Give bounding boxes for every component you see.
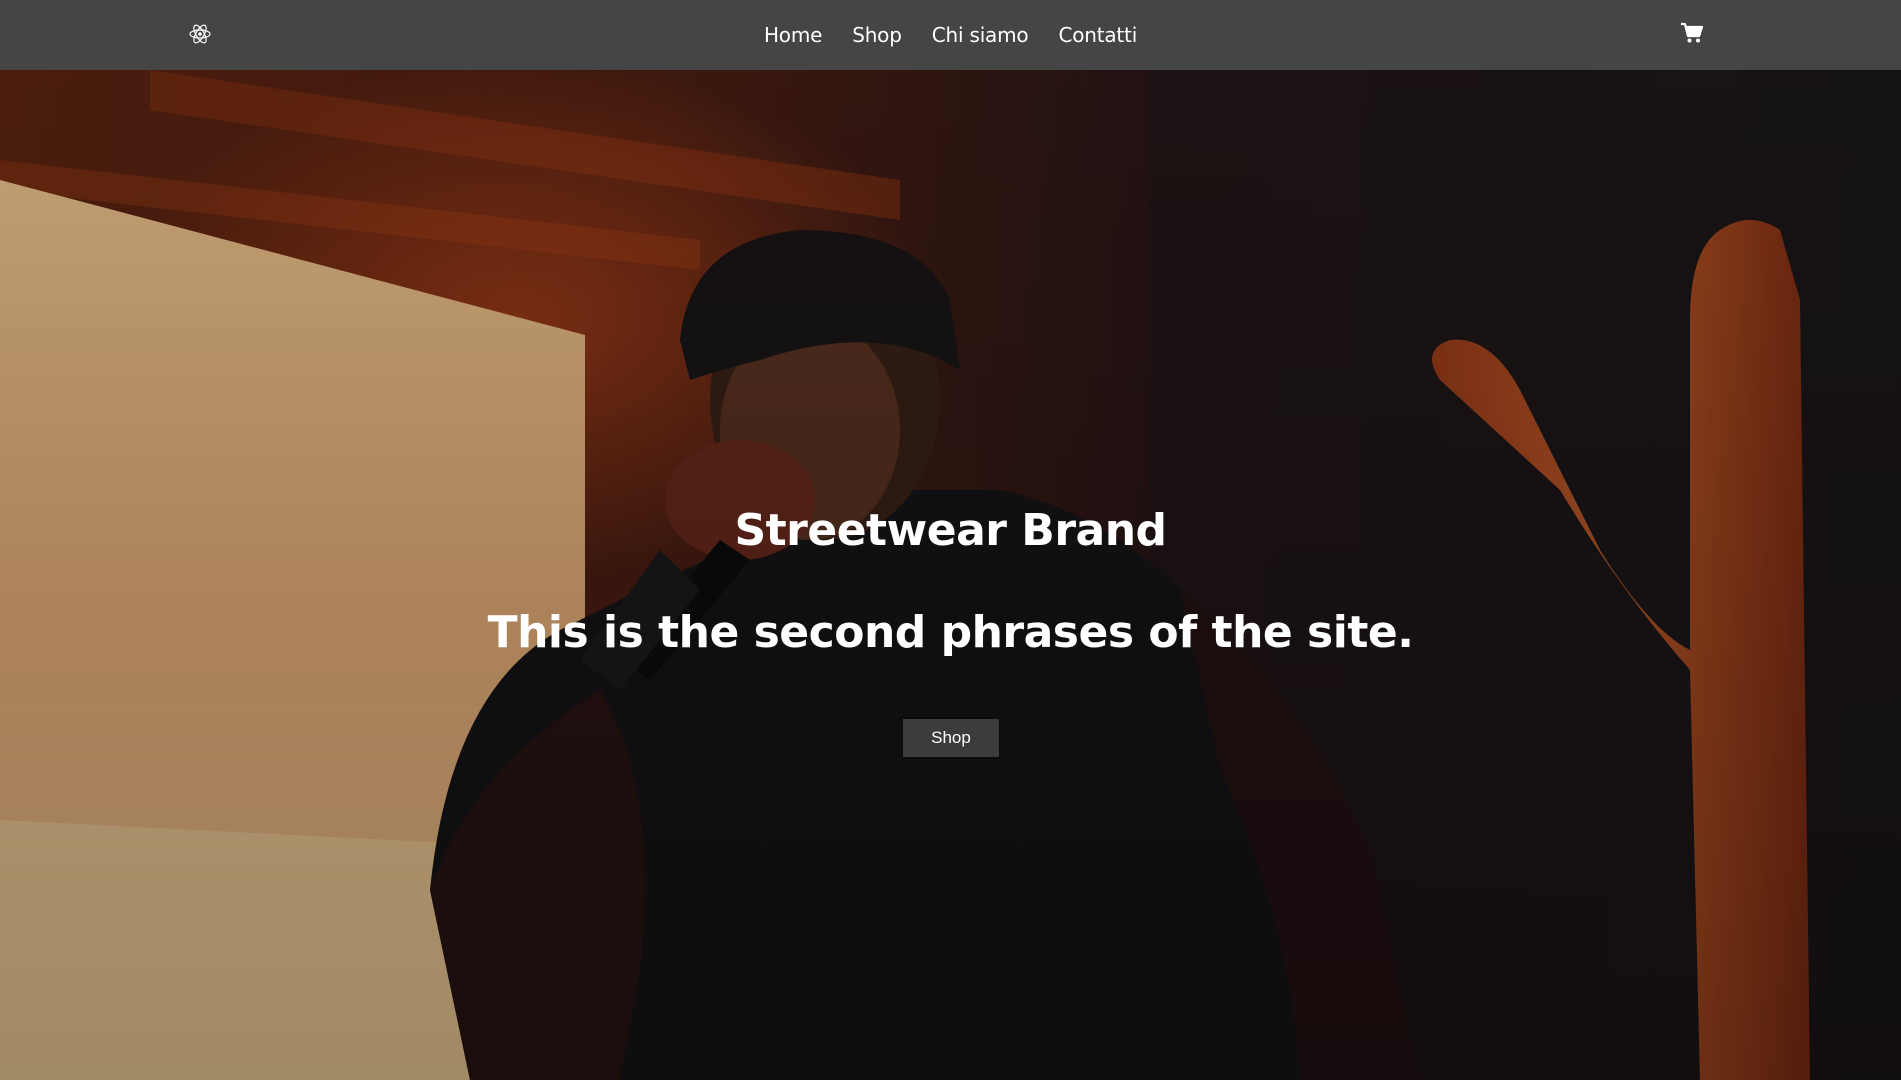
react-logo-icon[interactable] bbox=[188, 22, 212, 46]
navbar: Home Shop Chi siamo Contatti bbox=[0, 0, 1901, 70]
nav-links: Home Shop Chi siamo Contatti bbox=[0, 0, 1901, 70]
hero-subtitle: This is the second phrases of the site. bbox=[487, 607, 1414, 658]
nav-link-chi-siamo[interactable]: Chi siamo bbox=[932, 23, 1029, 47]
hero-section: Streetwear Brand This is the second phra… bbox=[0, 70, 1901, 1080]
nav-link-shop[interactable]: Shop bbox=[852, 23, 902, 47]
shop-button[interactable]: Shop bbox=[901, 717, 1001, 759]
hero-title: Streetwear Brand bbox=[734, 505, 1167, 556]
nav-link-contatti[interactable]: Contatti bbox=[1058, 23, 1137, 47]
shopping-cart-icon[interactable] bbox=[1680, 22, 1704, 44]
hero-background-image bbox=[0, 70, 1901, 1080]
nav-link-home[interactable]: Home bbox=[764, 23, 822, 47]
